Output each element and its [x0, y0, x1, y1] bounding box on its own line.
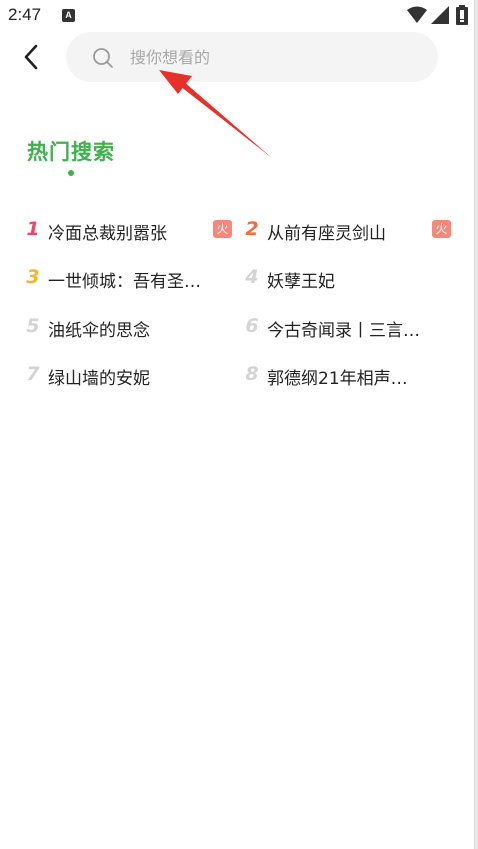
- hot-search-label: 妖孽王妃: [267, 272, 335, 292]
- hot-search-item[interactable]: 5 油纸伞的思念: [26, 311, 236, 345]
- hot-search-label: 一世倾城：吾有圣…: [48, 272, 201, 292]
- status-time: 2:47: [8, 5, 42, 24]
- hot-search-label: 冷面总裁别嚣张: [48, 224, 167, 244]
- hot-search-label: 从前有座灵剑山: [267, 224, 386, 244]
- title-indicator-dot: [68, 170, 74, 176]
- arrow-annotation-icon: [159, 70, 272, 158]
- search-icon: [93, 48, 113, 68]
- rank-number: 6: [245, 315, 259, 337]
- hot-tag-badge: 火: [432, 220, 451, 238]
- status-bar: 2:47 A: [0, 0, 474, 32]
- search-bar[interactable]: [66, 32, 438, 82]
- chevron-left-icon: [24, 44, 38, 70]
- hot-search-item[interactable]: 7 绿山墙的安妮: [26, 359, 236, 393]
- search-input[interactable]: [130, 44, 410, 70]
- rank-number: 5: [26, 315, 40, 337]
- rank-number: 1: [26, 218, 40, 240]
- rank-number: 4: [245, 266, 259, 288]
- battery-icon: [456, 5, 468, 25]
- hot-search-label: 郭德纲21年相声…: [267, 369, 408, 389]
- hot-tag-badge: 火: [213, 220, 232, 238]
- back-button[interactable]: [14, 40, 48, 74]
- rank-number: 8: [245, 363, 259, 385]
- hot-search-item[interactable]: 3 一世倾城：吾有圣…: [26, 262, 236, 296]
- hot-search-title: 热门搜索: [27, 140, 115, 164]
- hot-search-item[interactable]: 6 今古奇闻录丨三言…: [245, 311, 455, 345]
- rank-number: 2: [245, 218, 259, 240]
- wifi-icon: [407, 6, 427, 23]
- hot-search-item[interactable]: 1 冷面总裁别嚣张 火: [26, 214, 236, 248]
- hot-search-item[interactable]: 2 从前有座灵剑山 火: [245, 214, 455, 248]
- rank-number: 3: [26, 266, 40, 288]
- hot-search-item[interactable]: 8 郭德纲21年相声…: [245, 359, 455, 393]
- hot-search-item[interactable]: 4 妖孽王妃: [245, 262, 455, 296]
- screen-edge: [474, 0, 478, 849]
- hot-search-label: 今古奇闻录丨三言…: [267, 321, 420, 341]
- signal-icon: [431, 6, 449, 24]
- hot-search-label: 油纸伞的思念: [48, 321, 150, 341]
- notification-badge-icon: A: [62, 9, 75, 22]
- rank-number: 7: [26, 363, 40, 385]
- hot-search-label: 绿山墙的安妮: [48, 369, 150, 389]
